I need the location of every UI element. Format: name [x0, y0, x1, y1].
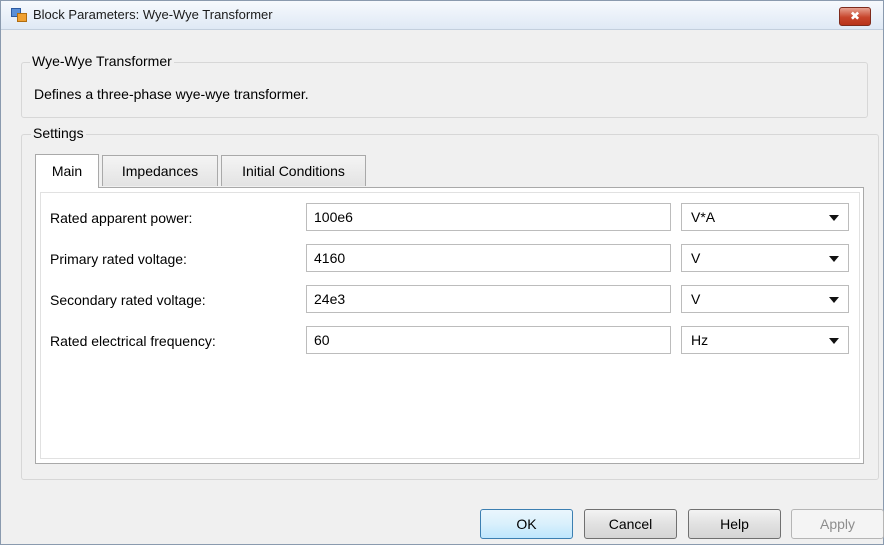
chevron-down-icon [829, 215, 839, 221]
rated-electrical-frequency-unit-select[interactable]: Hz [681, 326, 849, 354]
secondary-rated-voltage-unit-select[interactable]: V [681, 285, 849, 313]
rated-apparent-power-unit-select[interactable]: V*A [681, 203, 849, 231]
cancel-button[interactable]: Cancel [584, 509, 677, 539]
window-title: Block Parameters: Wye-Wye Transformer [33, 7, 273, 22]
rated-apparent-power-label: Rated apparent power: [50, 210, 193, 226]
chevron-down-icon [829, 297, 839, 303]
dialog-window: Block Parameters: Wye-Wye Transformer ✖ … [0, 0, 884, 545]
help-button[interactable]: Help [688, 509, 781, 539]
tab-main-label: Main [51, 163, 83, 179]
block-description: Defines a three-phase wye-wye transforme… [34, 86, 309, 102]
close-icon: ✖ [849, 9, 861, 23]
title-bar[interactable]: Block Parameters: Wye-Wye Transformer ✖ [1, 1, 883, 30]
secondary-rated-voltage-unit: V [691, 291, 701, 307]
rated-apparent-power-unit: V*A [691, 209, 716, 225]
rated-apparent-power-input[interactable]: 100e6 [306, 203, 671, 231]
rated-electrical-frequency-label: Rated electrical frequency: [50, 333, 216, 349]
tab-initial-conditions-label: Initial Conditions [242, 163, 345, 179]
close-button[interactable]: ✖ [839, 7, 871, 26]
primary-rated-voltage-input[interactable]: 4160 [306, 244, 671, 272]
chevron-down-icon [829, 256, 839, 262]
tab-impedances[interactable]: Impedances [102, 155, 218, 186]
secondary-rated-voltage-label: Secondary rated voltage: [50, 292, 206, 308]
settings-group-title: Settings [31, 125, 86, 141]
primary-rated-voltage-unit-select[interactable]: V [681, 244, 849, 272]
tab-impedances-label: Impedances [121, 163, 199, 179]
rated-electrical-frequency-input[interactable]: 60 [306, 326, 671, 354]
ok-button[interactable]: OK [480, 509, 573, 539]
tab-main[interactable]: Main [35, 154, 99, 188]
tab-initial-conditions[interactable]: Initial Conditions [221, 155, 366, 186]
apply-button: Apply [791, 509, 884, 539]
block-group-title: Wye-Wye Transformer [30, 53, 174, 69]
simulink-block-icon [11, 8, 27, 22]
chevron-down-icon [829, 338, 839, 344]
rated-electrical-frequency-unit: Hz [691, 332, 709, 348]
primary-rated-voltage-label: Primary rated voltage: [50, 251, 187, 267]
primary-rated-voltage-unit: V [691, 250, 701, 266]
secondary-rated-voltage-input[interactable]: 24e3 [306, 285, 671, 313]
